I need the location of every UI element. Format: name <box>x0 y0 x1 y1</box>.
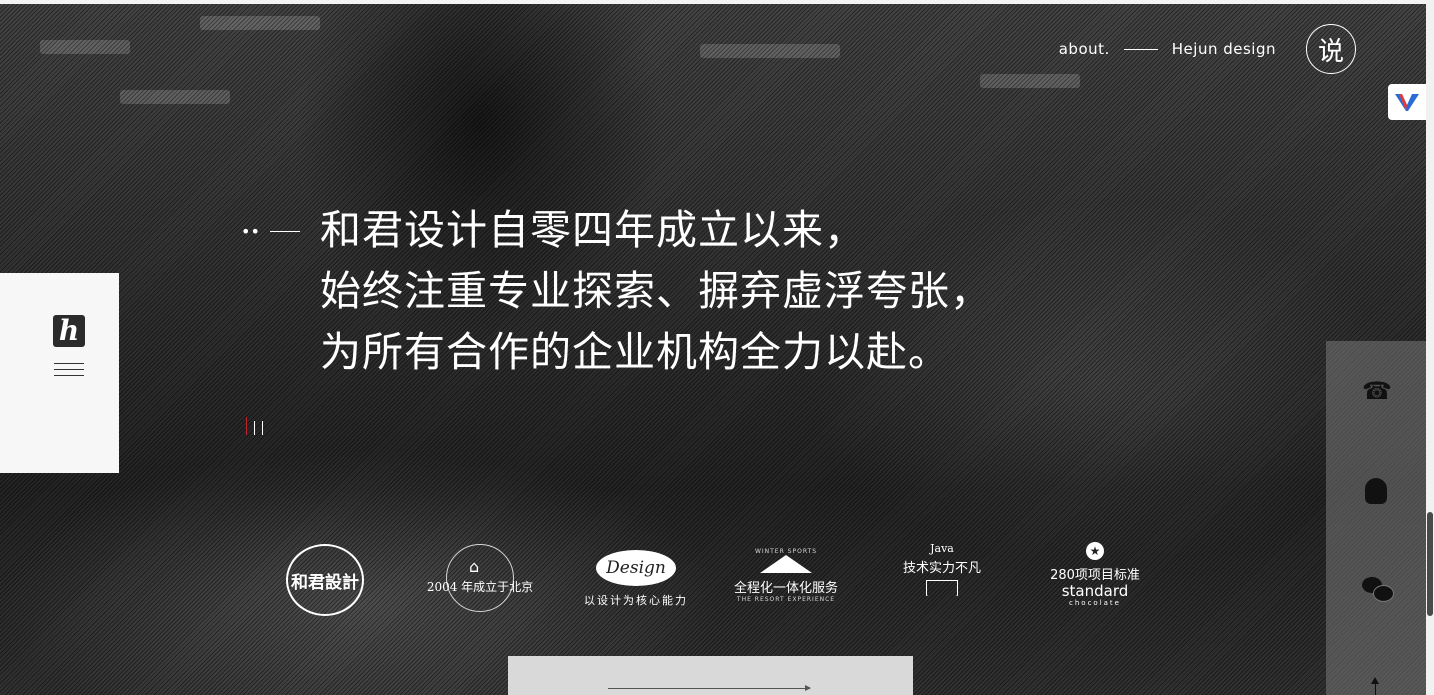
pager-dot-1[interactable] <box>246 417 247 435</box>
ceiling-light <box>700 44 840 58</box>
temple-icon: ⌂ <box>469 557 480 576</box>
headline-line: 始终注重专业探索、摒弃虚浮夸张， <box>320 267 992 315</box>
ceiling-light <box>980 74 1080 88</box>
quote-mark-icon: •• <box>241 222 260 241</box>
java-cup-icon: Java <box>930 542 954 555</box>
design-sub: 以设计为核心能力 <box>584 594 688 607</box>
tech-text: 技术实力不凡 <box>902 561 981 576</box>
phone-icon[interactable]: ☎ <box>1362 377 1392 405</box>
top-nav: about. Hejun design <box>1059 40 1276 58</box>
headline-line: 和君设计自零四年成立以来， <box>320 206 866 254</box>
seal-badge: 和君設計 <box>286 544 364 616</box>
back-to-top-icon[interactable] <box>1371 677 1379 695</box>
design-word: Design <box>596 550 676 586</box>
shuo-button[interactable]: 说 <box>1306 24 1356 74</box>
service-badge: WINTER SPORTS 全程化一体化服务 THE RESORT EXPERI… <box>726 548 846 603</box>
tech-badge: Java 技术实力不凡 <box>892 542 992 596</box>
hero-headline: 和君设计自零四年成立以来， 始终注重专业探索、摒弃虚浮夸张， 为所有合作的企业机… <box>320 200 992 383</box>
standard-count: 280项项目标准 <box>1050 568 1140 583</box>
menu-icon[interactable] <box>54 363 84 381</box>
service-bottom: THE RESORT EXPERIENCE <box>736 596 836 603</box>
ceiling-light <box>40 40 130 54</box>
scroll-down-box[interactable] <box>508 656 913 695</box>
standard-sub: chocolate <box>1069 599 1121 607</box>
ceiling-light <box>120 90 230 104</box>
nav-divider <box>1123 48 1158 50</box>
ribbon-icon <box>926 580 958 596</box>
logo-icon[interactable]: h <box>53 315 85 347</box>
page-scrollbar[interactable] <box>1426 0 1434 695</box>
nav-brand-link[interactable]: Hejun design <box>1172 40 1276 58</box>
standard-word: standard <box>1061 582 1129 600</box>
design-badge: Design 以设计为核心能力 <box>576 550 696 608</box>
quote-dash <box>270 231 300 232</box>
standard-badge: ★ 280项项目标准 standard chocolate <box>1040 542 1150 607</box>
qq-icon[interactable] <box>1362 477 1390 505</box>
service-top: WINTER SPORTS <box>754 548 818 555</box>
medal-icon: ★ <box>1086 542 1104 560</box>
mountain-icon <box>760 555 812 573</box>
service-text: 全程化一体化服务 <box>733 581 838 596</box>
pager-dot-2[interactable] <box>254 421 255 435</box>
founded-ring: ⌂ 2004 年成立于北京 <box>427 544 533 612</box>
v-badge-icon[interactable] <box>1388 84 1426 120</box>
feature-badges: 和君設計 ⌂ 2004 年成立于北京 Design 以设计为核心能力 WINTE… <box>280 540 1160 620</box>
ceiling-light <box>200 16 320 30</box>
seal-icon: 和君設計 <box>286 544 364 616</box>
wechat-icon[interactable] <box>1362 577 1394 605</box>
left-logo-panel: h <box>0 273 119 473</box>
headline-line: 为所有合作的企业机构全力以赴。 <box>320 328 950 376</box>
founded-text: 2004 年成立于北京 <box>426 580 534 594</box>
contact-bar: ☎ <box>1326 341 1426 695</box>
arrow-right-icon <box>608 685 811 691</box>
founded-badge: ⌂ 2004 年成立于北京 <box>420 544 540 612</box>
slide-pager <box>246 417 263 435</box>
pager-dot-3[interactable] <box>262 421 263 435</box>
nav-about-link[interactable]: about. <box>1059 40 1110 58</box>
scrollbar-thumb[interactable] <box>1427 512 1433 616</box>
